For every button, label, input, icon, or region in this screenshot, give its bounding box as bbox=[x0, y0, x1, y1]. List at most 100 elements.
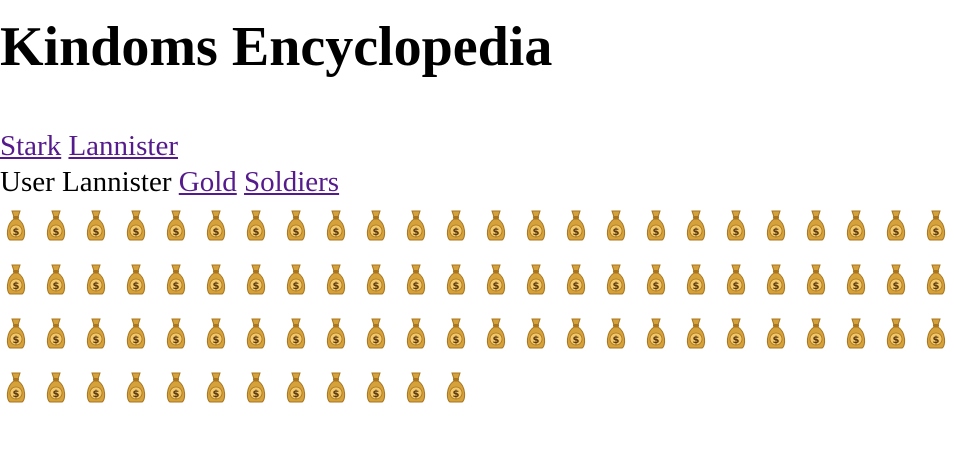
money-bag-icon: $ bbox=[86, 264, 106, 295]
money-bag-icon: $ bbox=[566, 210, 586, 241]
svg-text:$: $ bbox=[813, 335, 820, 346]
money-bag-icon: $ bbox=[366, 318, 386, 349]
money-bag-icon: $ bbox=[486, 318, 506, 349]
house-nav: Stark Lannister bbox=[0, 128, 178, 164]
money-bag-icon: $ bbox=[846, 210, 866, 241]
money-bag-icon: $ bbox=[46, 264, 66, 295]
money-bag-icon: $ bbox=[286, 210, 306, 241]
svg-text:$: $ bbox=[373, 227, 380, 238]
money-bag-icon: $ bbox=[406, 264, 426, 295]
money-bag-icon: $ bbox=[486, 264, 506, 295]
svg-text:$: $ bbox=[93, 389, 100, 400]
page-title: Kindoms Encyclopedia bbox=[0, 16, 553, 78]
money-bag-icon: $ bbox=[326, 264, 346, 295]
money-bag-icon: $ bbox=[766, 210, 786, 241]
money-bag-icon: $ bbox=[886, 264, 906, 295]
money-bag-icon: $ bbox=[166, 264, 186, 295]
money-bag-icon: $ bbox=[286, 264, 306, 295]
money-bag-icon: $ bbox=[246, 210, 266, 241]
money-bag-icon: $ bbox=[886, 210, 906, 241]
money-bag-icon: $ bbox=[686, 210, 706, 241]
money-bag-icon: $ bbox=[646, 318, 666, 349]
money-bag-icon: $ bbox=[206, 372, 226, 403]
money-bag-icon: $ bbox=[286, 372, 306, 403]
svg-text:$: $ bbox=[653, 335, 660, 346]
svg-text:$: $ bbox=[613, 335, 620, 346]
link-soldiers[interactable]: Soldiers bbox=[244, 166, 339, 198]
money-bag-icon: $ bbox=[6, 318, 26, 349]
svg-text:$: $ bbox=[773, 281, 780, 292]
svg-text:$: $ bbox=[693, 281, 700, 292]
svg-text:$: $ bbox=[413, 335, 420, 346]
money-bag-icon: $ bbox=[726, 318, 746, 349]
money-bag-icon: $ bbox=[286, 318, 306, 349]
svg-text:$: $ bbox=[13, 281, 20, 292]
money-bag-icon: $ bbox=[926, 210, 946, 241]
link-stark[interactable]: Stark bbox=[0, 130, 61, 162]
svg-text:$: $ bbox=[133, 281, 140, 292]
money-bag-icon: $ bbox=[926, 318, 946, 349]
svg-text:$: $ bbox=[253, 335, 260, 346]
svg-text:$: $ bbox=[333, 389, 340, 400]
svg-text:$: $ bbox=[253, 281, 260, 292]
link-gold[interactable]: Gold bbox=[179, 166, 237, 198]
money-bag-icon: $ bbox=[206, 264, 226, 295]
svg-text:$: $ bbox=[773, 335, 780, 346]
money-bag-icon: $ bbox=[326, 318, 346, 349]
money-bag-icon: $ bbox=[726, 210, 746, 241]
svg-text:$: $ bbox=[133, 389, 140, 400]
svg-text:$: $ bbox=[333, 281, 340, 292]
svg-text:$: $ bbox=[253, 389, 260, 400]
money-bag-icon: $ bbox=[326, 372, 346, 403]
svg-text:$: $ bbox=[453, 389, 460, 400]
svg-text:$: $ bbox=[493, 281, 500, 292]
svg-text:$: $ bbox=[493, 335, 500, 346]
money-bag-icon: $ bbox=[6, 264, 26, 295]
money-bag-icon: $ bbox=[566, 318, 586, 349]
money-bag-icon: $ bbox=[446, 318, 466, 349]
svg-text:$: $ bbox=[533, 227, 540, 238]
gold-grid: $ $ $ $ $ $ $ $ $ $ $ $ $ $ $ $ $ $ $ $ $ $ $ $ $ $ $ $ $ $ $ $ $ $ $ $ $ $ $ $… bbox=[0, 208, 954, 458]
svg-text:$: $ bbox=[893, 335, 900, 346]
money-bag-icon: $ bbox=[326, 210, 346, 241]
link-lannister[interactable]: Lannister bbox=[68, 130, 178, 162]
svg-text:$: $ bbox=[453, 335, 460, 346]
money-bag-icon: $ bbox=[6, 210, 26, 241]
svg-text:$: $ bbox=[933, 281, 940, 292]
svg-text:$: $ bbox=[213, 389, 220, 400]
svg-text:$: $ bbox=[613, 227, 620, 238]
money-bag-icon: $ bbox=[206, 318, 226, 349]
svg-text:$: $ bbox=[693, 227, 700, 238]
money-bag-icon: $ bbox=[46, 318, 66, 349]
svg-text:$: $ bbox=[893, 227, 900, 238]
svg-text:$: $ bbox=[573, 227, 580, 238]
svg-text:$: $ bbox=[613, 281, 620, 292]
svg-text:$: $ bbox=[133, 335, 140, 346]
svg-text:$: $ bbox=[213, 227, 220, 238]
money-bag-icon: $ bbox=[446, 264, 466, 295]
svg-text:$: $ bbox=[333, 227, 340, 238]
money-bag-icon: $ bbox=[166, 210, 186, 241]
money-bag-icon: $ bbox=[486, 210, 506, 241]
svg-text:$: $ bbox=[93, 335, 100, 346]
svg-text:$: $ bbox=[533, 281, 540, 292]
money-bag-icon: $ bbox=[446, 210, 466, 241]
money-bag-icon: $ bbox=[646, 264, 666, 295]
svg-text:$: $ bbox=[213, 335, 220, 346]
money-bag-icon: $ bbox=[846, 318, 866, 349]
svg-text:$: $ bbox=[173, 227, 180, 238]
svg-text:$: $ bbox=[53, 389, 60, 400]
money-bag-icon: $ bbox=[446, 372, 466, 403]
svg-text:$: $ bbox=[493, 227, 500, 238]
money-bag-icon: $ bbox=[366, 264, 386, 295]
svg-text:$: $ bbox=[173, 389, 180, 400]
svg-text:$: $ bbox=[773, 227, 780, 238]
money-bag-icon: $ bbox=[526, 264, 546, 295]
money-bag-icon: $ bbox=[646, 210, 666, 241]
money-bag-icon: $ bbox=[806, 210, 826, 241]
svg-text:$: $ bbox=[173, 335, 180, 346]
svg-text:$: $ bbox=[53, 335, 60, 346]
svg-text:$: $ bbox=[93, 227, 100, 238]
money-bag-icon: $ bbox=[406, 372, 426, 403]
svg-text:$: $ bbox=[293, 227, 300, 238]
